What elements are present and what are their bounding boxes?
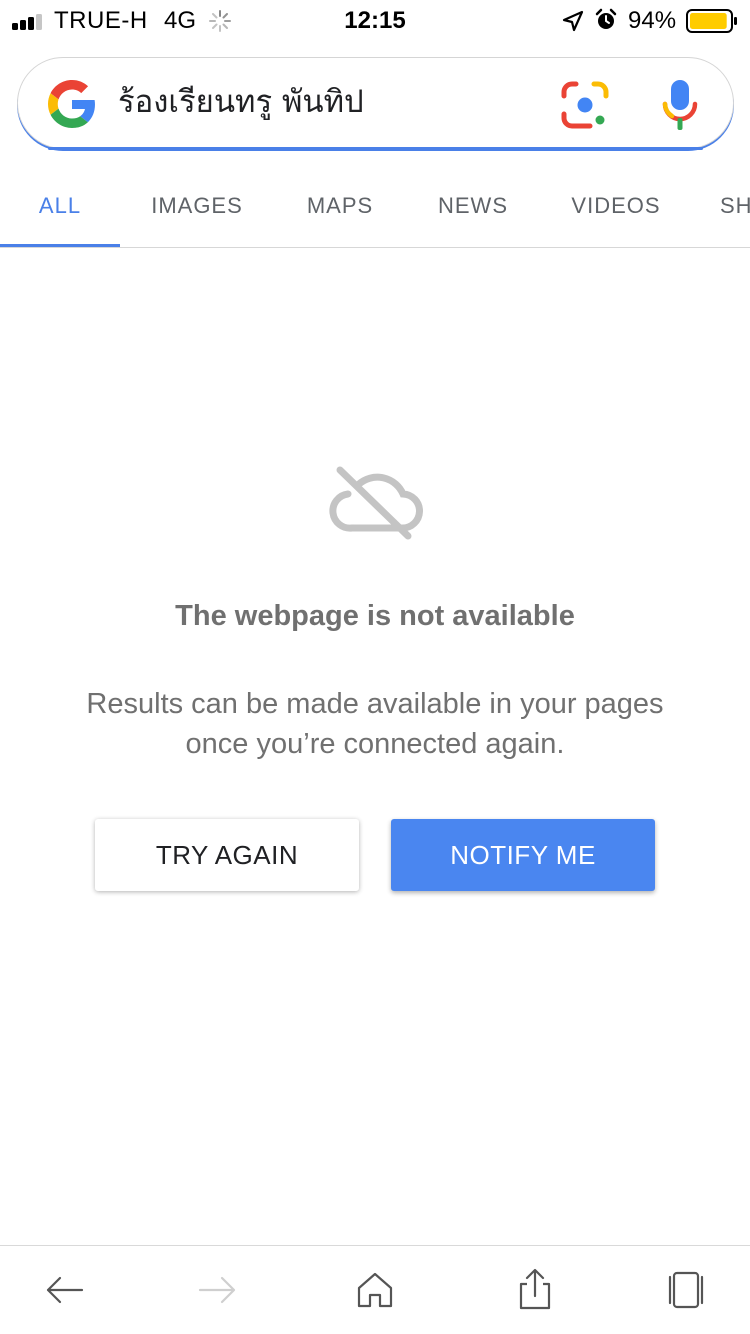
tab-shopping[interactable]: SH bbox=[720, 168, 750, 246]
share-icon[interactable] bbox=[513, 1268, 557, 1312]
google-g-icon[interactable] bbox=[48, 80, 96, 128]
notify-me-button[interactable]: NOTIFY ME bbox=[391, 819, 655, 891]
try-again-button[interactable]: TRY AGAIN bbox=[95, 819, 359, 891]
search-box[interactable]: ร้องเรียนทรู พันทิป bbox=[17, 57, 734, 150]
active-tab-indicator bbox=[0, 244, 120, 247]
tab-news[interactable]: NEWS bbox=[423, 168, 523, 246]
home-icon[interactable] bbox=[353, 1268, 397, 1312]
battery-icon bbox=[686, 9, 737, 33]
tab-videos[interactable]: VIDEOS bbox=[556, 168, 676, 246]
back-arrow-icon[interactable] bbox=[42, 1268, 86, 1312]
tab-all[interactable]: ALL bbox=[0, 168, 120, 246]
search-tabs: ALL IMAGES MAPS NEWS VIDEOS SH bbox=[0, 168, 750, 248]
search-query[interactable]: ร้องเรียนทรู พันทิป bbox=[118, 80, 364, 124]
error-description-line: once you’re connected again. bbox=[185, 728, 565, 760]
forward-arrow-icon[interactable] bbox=[196, 1268, 240, 1312]
status-bar: TRUE-H 4G 12:15 94% bbox=[0, 0, 750, 40]
error-description-line: Results can be made available in your pa… bbox=[86, 688, 664, 720]
cloud-off-icon bbox=[329, 466, 423, 540]
alarm-clock-icon bbox=[595, 8, 617, 29]
microphone-icon[interactable] bbox=[662, 78, 698, 132]
tabs-icon[interactable] bbox=[664, 1268, 708, 1312]
tab-images[interactable]: IMAGES bbox=[137, 168, 257, 246]
error-description: Results can be made available in your pa… bbox=[0, 684, 750, 764]
location-arrow-icon bbox=[562, 10, 584, 32]
tab-maps[interactable]: MAPS bbox=[292, 168, 388, 246]
error-title: The webpage is not available bbox=[175, 600, 575, 632]
browser-toolbar bbox=[0, 1245, 750, 1334]
battery-percentage: 94% bbox=[628, 7, 677, 34]
google-lens-icon[interactable] bbox=[560, 80, 610, 130]
